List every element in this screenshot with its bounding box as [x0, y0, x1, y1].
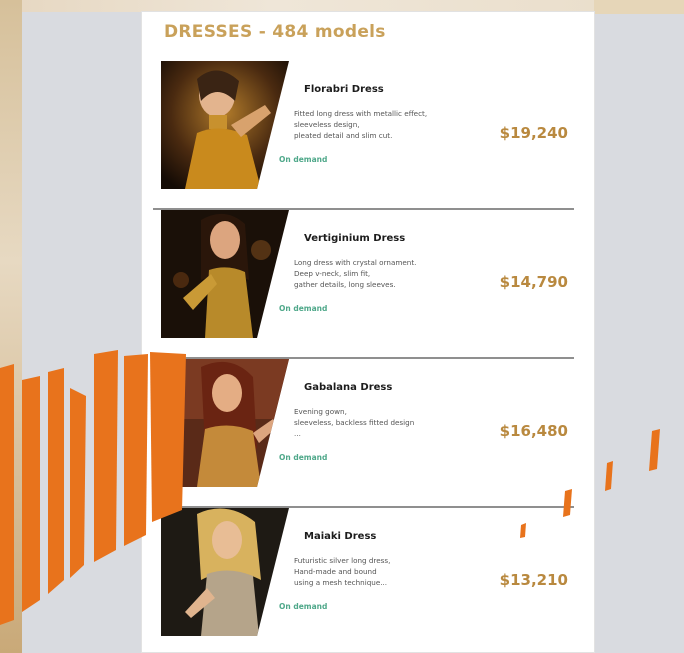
orange-stripes-overlay — [0, 350, 186, 625]
product-photo[interactable] — [161, 210, 289, 338]
product-description: Evening gown, sleeveless, backless fitte… — [294, 407, 415, 438]
product-item-vertiginium[interactable]: Vertiginium Dress Long dress with crysta… — [142, 210, 594, 359]
product-description: Long dress with crystal ornament. Deep v… — [294, 258, 417, 289]
product-price: $14,790 — [499, 273, 568, 291]
product-price: $19,240 — [499, 124, 568, 142]
product-name[interactable]: Vertiginium Dress — [304, 233, 405, 244]
product-name[interactable]: Florabri Dress — [304, 84, 384, 95]
availability-status: On demand — [279, 304, 328, 313]
product-name[interactable]: Gabalana Dress — [304, 382, 392, 393]
product-photo[interactable] — [161, 61, 289, 189]
availability-status: On demand — [279, 155, 328, 164]
product-price: $13,210 — [499, 571, 568, 589]
catalog-title: DRESSES - 484 models — [164, 22, 386, 42]
product-name[interactable]: Maiaki Dress — [304, 531, 376, 542]
orange-dashes-overlay — [520, 429, 660, 538]
product-item-florabri[interactable]: Florabri Dress Fitted long dress with me… — [142, 61, 594, 210]
availability-status: On demand — [279, 602, 328, 611]
product-description: Fitted long dress with metallic effect, … — [294, 109, 428, 140]
page: { "catalog": { "title": "DRESSES - 484 m… — [0, 0, 684, 653]
product-description: Futuristic silver long dress, Hand-made … — [294, 556, 391, 587]
background-corner-accent — [594, 0, 684, 14]
product-catalog-card: DRESSES - 484 models Florabri Dress Fitt… — [141, 11, 595, 653]
availability-status: On demand — [279, 453, 328, 462]
